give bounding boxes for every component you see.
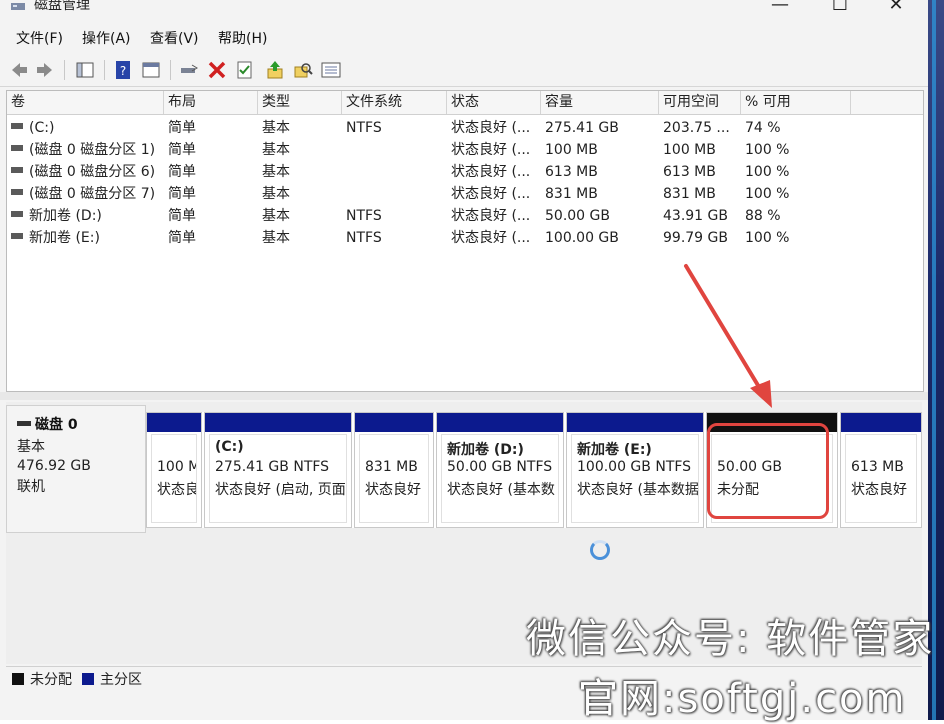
watermark-wechat: 微信公众号: 软件管家 — [526, 616, 935, 662]
watermark-website: 官网:softgj.com — [578, 676, 907, 722]
